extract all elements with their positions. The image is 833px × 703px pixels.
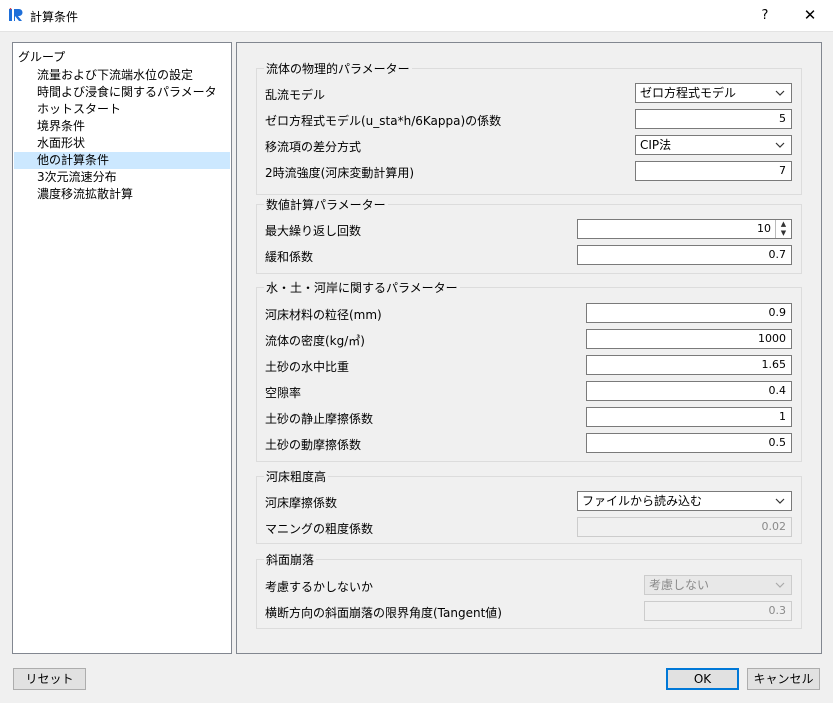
- secondary-flow-input[interactable]: 7: [635, 161, 792, 181]
- static-friction-label: 土砂の静止摩擦係数: [265, 412, 374, 426]
- group-list[interactable]: グループ 流量および下流端水位の設定 時間よび浸食に関するパラメータ ホットスタ…: [12, 42, 232, 654]
- specific-gravity-label: 土砂の水中比重: [265, 360, 350, 374]
- group-item-time[interactable]: 時間よび浸食に関するパラメータ: [14, 84, 230, 101]
- spin-up-icon[interactable]: ▲: [776, 220, 791, 229]
- relaxation-input[interactable]: 0.7: [577, 245, 792, 265]
- max-iterations-value: 10: [757, 222, 771, 235]
- zero-eq-coef-label: ゼロ方程式モデル(u_sta*h/6Kappa)の係数: [265, 114, 502, 128]
- group-item-concentration[interactable]: 濃度移流拡散計算: [14, 186, 230, 203]
- advection-scheme-label: 移流項の差分方式: [265, 140, 362, 154]
- settings-panel: 流体の物理的パラメーター 乱流モデル ゼロ方程式モデル ゼロ方程式モデル(u_s…: [236, 42, 822, 654]
- chevron-down-icon: [775, 582, 785, 588]
- fluid-density-input[interactable]: 1000: [586, 329, 792, 349]
- bed-friction-select[interactable]: ファイルから読み込む: [577, 491, 792, 511]
- slope-consider-select: 考慮しない: [644, 575, 792, 595]
- grain-size-input[interactable]: 0.9: [586, 303, 792, 323]
- section-numerical-title: 数値計算パラメーター: [264, 196, 388, 213]
- grain-size-label: 河床材料の粒径(mm): [265, 308, 382, 322]
- relaxation-label: 緩和係数: [265, 250, 314, 264]
- secondary-flow-label: 2時流強度(河床変動計算用): [265, 166, 414, 180]
- section-slope-title: 斜面崩落: [264, 551, 317, 568]
- turbulence-select[interactable]: ゼロ方程式モデル: [635, 83, 792, 103]
- zero-eq-coef-input[interactable]: 5: [635, 109, 792, 129]
- section-fluid-title: 流体の物理的パラメーター: [264, 60, 412, 77]
- slope-angle-label: 横断方向の斜面崩落の限界角度(Tangent値): [265, 606, 502, 620]
- group-item-other-conditions[interactable]: 他の計算条件: [14, 152, 230, 169]
- dynamic-friction-label: 土砂の動摩擦係数: [265, 438, 362, 452]
- group-header: グループ: [18, 50, 66, 64]
- bed-friction-label: 河床摩擦係数: [265, 496, 338, 510]
- chevron-down-icon: [775, 498, 785, 504]
- manning-label: マニングの粗度係数: [265, 522, 374, 536]
- title-bar: 計算条件 ? ✕: [0, 0, 833, 32]
- close-button[interactable]: ✕: [795, 0, 825, 31]
- max-iterations-label: 最大繰り返し回数: [265, 224, 362, 238]
- slope-angle-input: 0.3: [644, 601, 792, 621]
- group-item-water-surface[interactable]: 水面形状: [14, 135, 230, 152]
- cancel-button[interactable]: キャンセル: [747, 668, 820, 690]
- fluid-density-label: 流体の密度(kg/㎥): [265, 334, 365, 348]
- chevron-down-icon: [775, 90, 785, 96]
- chevron-down-icon: [775, 142, 785, 148]
- group-item-hotstart[interactable]: ホットスタート: [14, 101, 230, 118]
- reset-button[interactable]: リセット: [13, 668, 86, 690]
- turbulence-value: ゼロ方程式モデル: [640, 86, 737, 100]
- spin-down-icon[interactable]: ▼: [776, 229, 791, 238]
- specific-gravity-input[interactable]: 1.65: [586, 355, 792, 375]
- section-roughness-title: 河床粗度高: [264, 468, 329, 485]
- iric-app-icon: [9, 8, 23, 21]
- help-button[interactable]: ?: [750, 0, 780, 31]
- dynamic-friction-input[interactable]: 0.5: [586, 433, 792, 453]
- porosity-input[interactable]: 0.4: [586, 381, 792, 401]
- group-item-3d-velocity[interactable]: 3次元流速分布: [14, 169, 230, 186]
- max-iterations-spinbox[interactable]: 10 ▲ ▼: [577, 219, 792, 239]
- section-water-soil-title: 水・土・河岸に関するパラメーター: [264, 279, 460, 296]
- ok-button[interactable]: OK: [666, 668, 739, 690]
- static-friction-input[interactable]: 1: [586, 407, 792, 427]
- porosity-label: 空隙率: [265, 386, 302, 400]
- slope-consider-label: 考慮するかしないか: [265, 580, 374, 594]
- advection-scheme-value: CIP法: [640, 138, 672, 152]
- window-title: 計算条件: [30, 10, 79, 24]
- spin-buttons[interactable]: ▲ ▼: [775, 220, 791, 238]
- group-item-boundary[interactable]: 境界条件: [14, 118, 230, 135]
- group-item-flow[interactable]: 流量および下流端水位の設定: [14, 67, 230, 84]
- advection-scheme-select[interactable]: CIP法: [635, 135, 792, 155]
- bed-friction-value: ファイルから読み込む: [582, 494, 703, 508]
- manning-input: 0.02: [577, 517, 792, 537]
- turbulence-label: 乱流モデル: [265, 88, 326, 102]
- slope-consider-value: 考慮しない: [649, 578, 710, 592]
